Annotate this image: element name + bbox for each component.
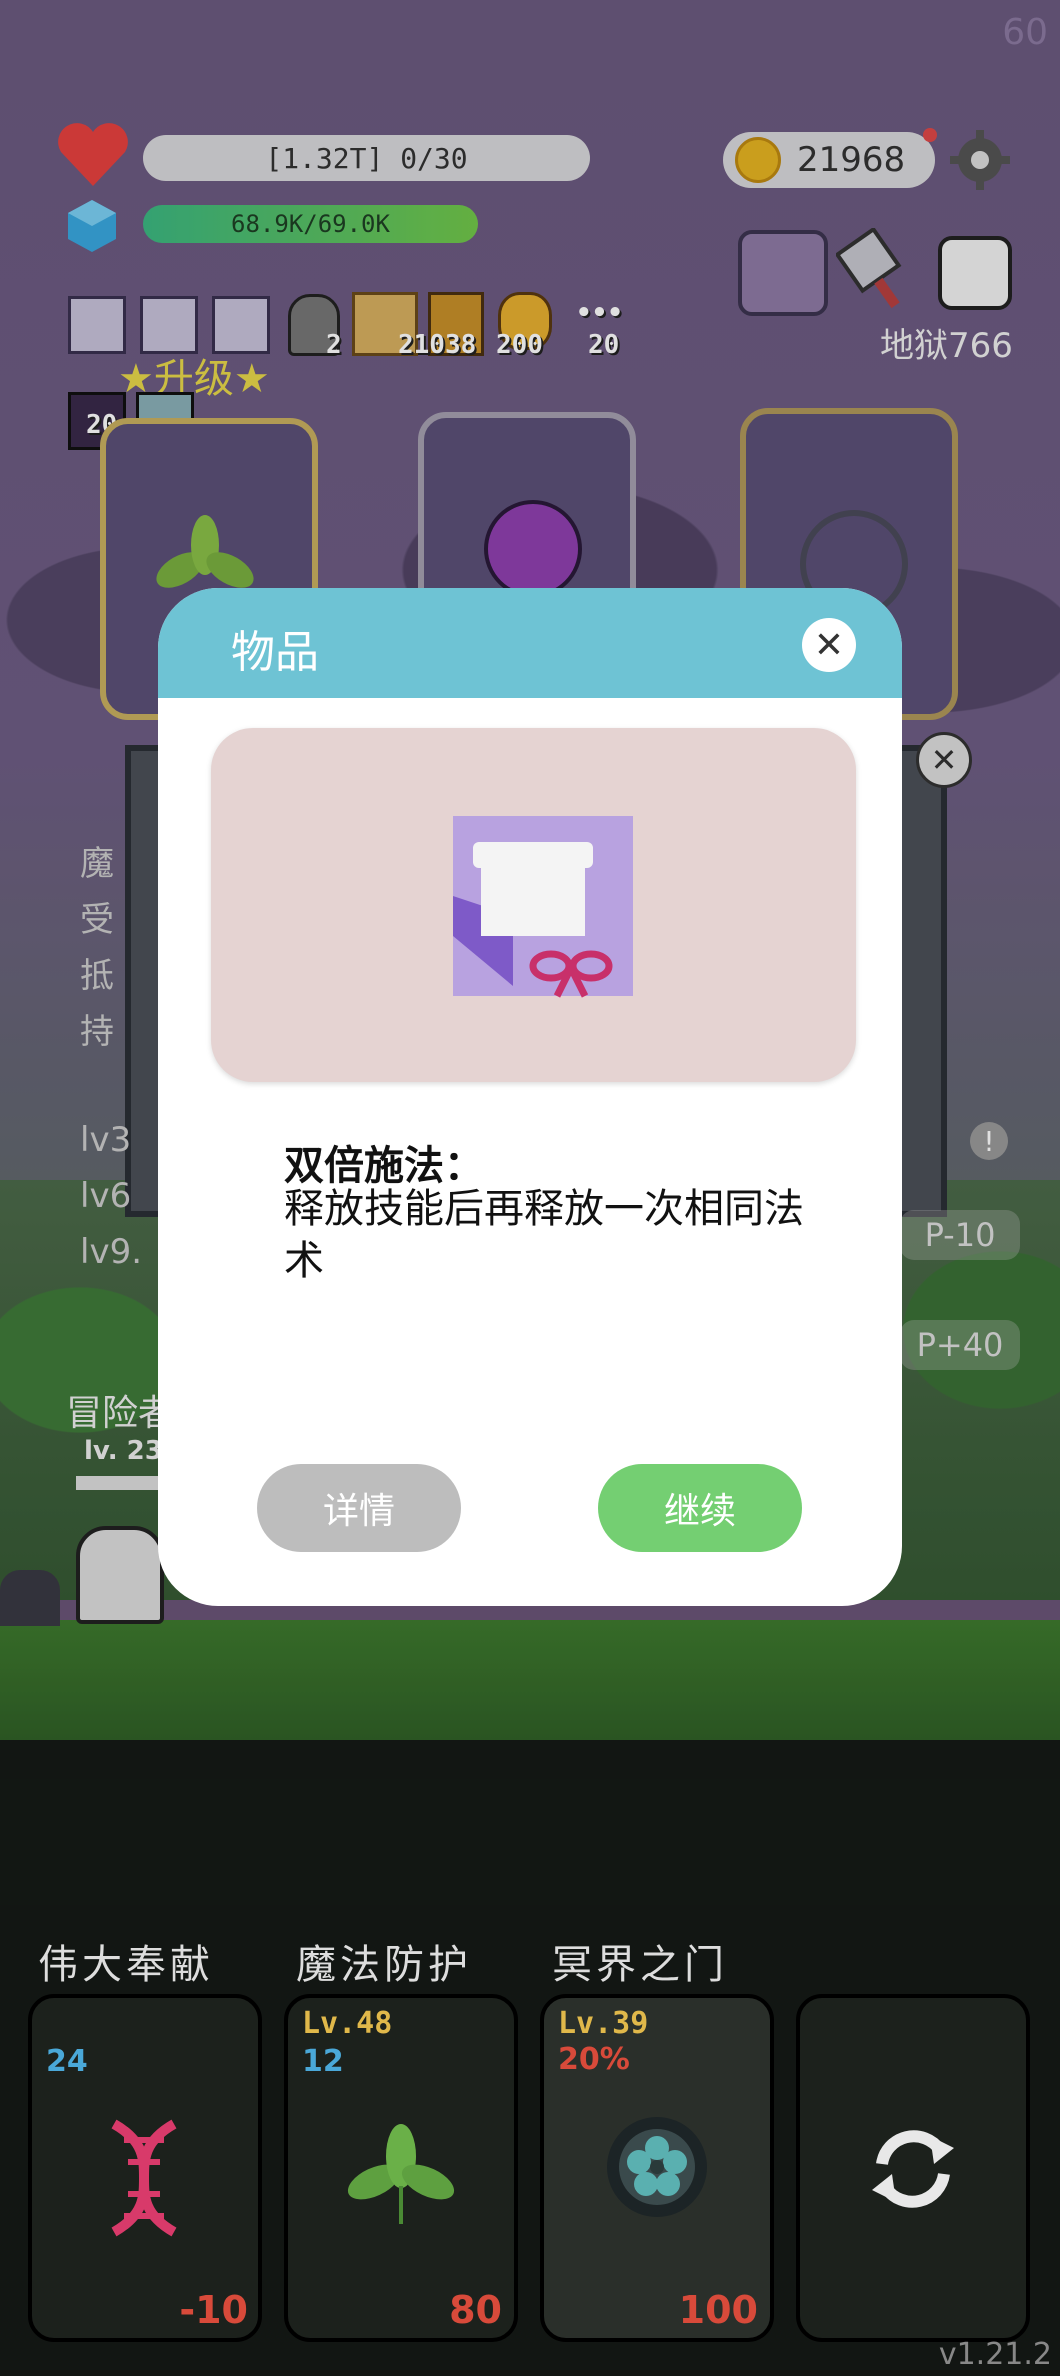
leaf-icon <box>336 2116 466 2230</box>
skill-cooldown: 24 <box>46 2044 88 2079</box>
double-cast-scroll-icon <box>433 806 633 1010</box>
continue-button[interactable]: 继续 <box>598 1464 802 1552</box>
modal-title: 物品 <box>231 627 319 678</box>
dna-icon <box>94 2118 194 2242</box>
version-label: v1.21.2 <box>938 2337 1052 2372</box>
item-image-box <box>211 728 856 1082</box>
item-description: 释放技能后再释放一次相同法术 <box>284 1186 804 1284</box>
skill-card-great-devotion[interactable]: 24 -10 <box>28 1994 262 2342</box>
skill-cost: -10 <box>179 2288 248 2332</box>
refresh-skills-card[interactable] <box>796 1994 1030 2342</box>
skill-level: Lv.39 <box>558 2006 649 2041</box>
skill-cost: 100 <box>678 2288 758 2332</box>
refresh-icon <box>868 2124 958 2218</box>
skill-cooldown: 12 <box>302 2044 344 2079</box>
skill-title: 冥界之门 <box>552 1942 728 1988</box>
close-icon[interactable]: ✕ <box>802 618 856 672</box>
skill-chance: 20% <box>558 2042 630 2077</box>
skill-card-magic-protection[interactable]: Lv.48 12 80 <box>284 1994 518 2342</box>
skill-level: Lv.48 <box>302 2006 393 2041</box>
skill-title: 伟大奉献 <box>38 1942 214 1988</box>
item-modal: 物品 ✕ 双倍施法： 释放技能后再释放一次相同法术 详情 继续 <box>158 588 902 1606</box>
portal-flower-icon <box>602 2112 712 2226</box>
details-button[interactable]: 详情 <box>257 1464 461 1552</box>
skill-cost: 80 <box>449 2288 502 2332</box>
skill-card-underworld-gate[interactable]: Lv.39 20% 100 <box>540 1994 774 2342</box>
skill-title: 魔法防护 <box>296 1942 472 1988</box>
